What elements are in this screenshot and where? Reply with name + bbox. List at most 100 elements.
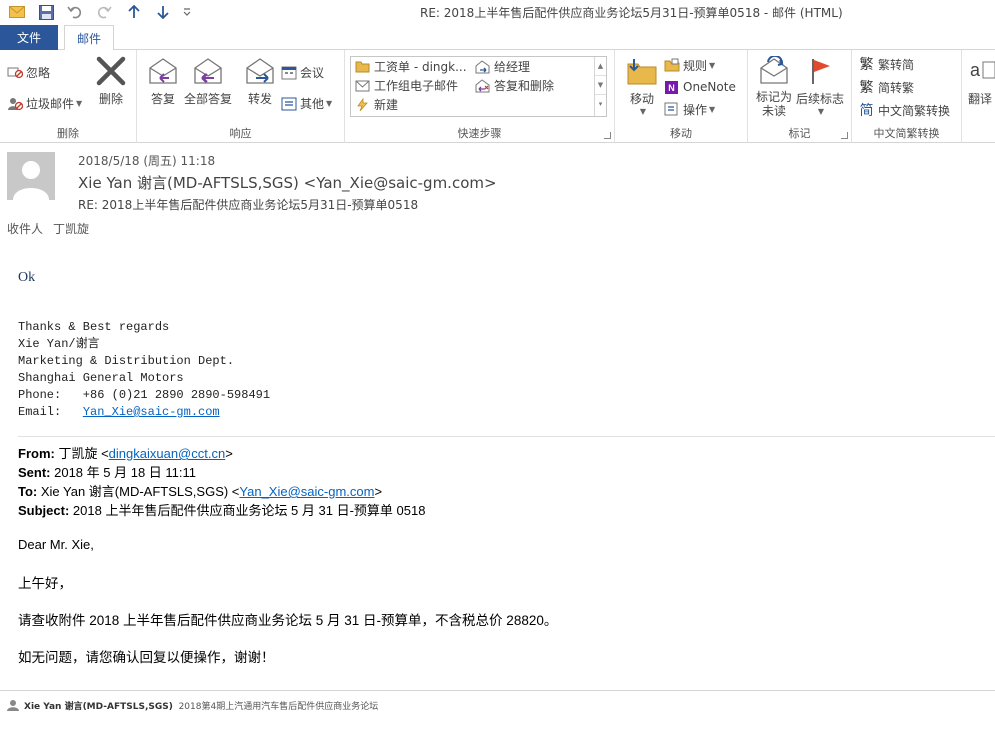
quickstep-reply-delete[interactable]: 答复和删除 — [474, 76, 554, 95]
group-tags: 标记为未读 后续标志 ▼ 标记 — [748, 50, 852, 143]
group-move: 移动 ▼ 规则 ▼ N OneNote 操作 ▼ 移动 — [615, 50, 748, 143]
junk-mail-icon — [6, 95, 23, 112]
actions-icon — [663, 101, 680, 118]
quickstep-new[interactable]: 新建 — [354, 95, 398, 114]
people-pane-text[interactable]: Xie Yan 谢言(MD-AFTSLS,SGS) 2018第4期上汽通用汽车售… — [24, 699, 378, 712]
forward-icon — [243, 54, 277, 88]
group-respond: 答复 全部答复 转发 会议 其他 ▼ 响应 — [137, 50, 345, 143]
body-line-2: 请查收附件 2018 上半年售后配件供应商业务论坛 5 月 31 日-预算单，不… — [18, 613, 558, 628]
to-label: 收件人 — [7, 222, 44, 236]
forward-button[interactable]: 转发 — [243, 54, 277, 107]
people-pane: Xie Yan 谢言(MD-AFTSLS,SGS) 2018第4期上汽通用汽车售… — [0, 690, 995, 730]
quoted-to-email[interactable]: Yan_Xie@saic-gm.com — [239, 484, 374, 499]
quote-divider — [18, 436, 995, 437]
group-label-move: 移动 — [670, 127, 692, 140]
signature-email-line: Email: Yan_Xie@saic-gm.com — [18, 405, 220, 419]
group-label-delete: 删除 — [57, 127, 79, 140]
reply-text: Ok — [18, 270, 36, 285]
mark-unread-icon — [757, 54, 791, 88]
svg-text:N: N — [668, 83, 675, 93]
signature-regards: Thanks & Best regards — [18, 320, 170, 334]
simplified-char-icon: 繁 — [859, 57, 874, 73]
mail-icon[interactable] — [7, 2, 27, 22]
to-traditional-button[interactable]: 繁 简转繁 — [858, 77, 915, 97]
convert-char-icon: 简 — [859, 103, 874, 119]
window-title: RE: 2018上半年售后配件供应商业务论坛5月31日-预算单0518 - 邮件… — [420, 6, 843, 20]
signature-dept: Marketing & Distribution Dept. — [18, 354, 235, 368]
more-respond-button[interactable]: 其他 ▼ — [280, 93, 332, 113]
title-bar: RE: 2018上半年售后配件供应商业务论坛5月31日-预算单0518 - 邮件… — [0, 0, 995, 25]
quicksteps-scrollbar[interactable]: ▲ ▼ ▾ — [594, 57, 606, 116]
quicksteps-gallery: 工资单 - dingk... 给经理 工作组电子邮件 答复和删除 新建 ▲ ▼ … — [350, 56, 607, 117]
qs-scroll-down[interactable]: ▼ — [595, 76, 606, 95]
tab-file[interactable]: 文件 — [0, 25, 58, 50]
delete-button[interactable]: 删除 — [94, 54, 128, 107]
body-line-1: 上午好， — [18, 576, 72, 591]
meeting-button[interactable]: 会议 — [280, 62, 324, 82]
message-sender[interactable]: Xie Yan 谢言(MD-AFTSLS,SGS) <Yan_Xie@saic-… — [78, 172, 497, 193]
quicksteps-launcher[interactable] — [604, 132, 611, 139]
follow-up-button[interactable]: 后续标志 ▼ — [796, 54, 844, 116]
quickstep-payroll[interactable]: 工资单 - dingk... — [354, 57, 467, 76]
message-subject: RE: 2018上半年售后配件供应商业务论坛5月31日-预算单0518 — [78, 198, 419, 212]
quickstep-to-manager[interactable]: 给经理 — [474, 57, 530, 76]
mark-unread-button[interactable]: 标记为未读 — [754, 54, 794, 118]
undo-icon[interactable] — [65, 2, 85, 22]
avatar — [7, 152, 55, 200]
quoted-from-email[interactable]: dingkaixuan@cct.cn — [109, 446, 226, 461]
reply-button[interactable]: 答复 — [146, 54, 180, 107]
lightning-icon — [354, 97, 370, 113]
qs-more[interactable]: ▾ — [595, 95, 606, 114]
translate-icon: a — [968, 54, 995, 88]
quoted-to: To: Xie Yan 谢言(MD-AFTSLS,SGS) <Yan_Xie@s… — [18, 484, 383, 499]
redo-icon[interactable] — [94, 2, 114, 22]
move-button[interactable]: 移动 ▼ — [625, 54, 659, 116]
arrow-down-icon[interactable] — [153, 2, 173, 22]
to-simplified-button[interactable]: 繁 繁转简 — [858, 54, 915, 74]
flag-icon — [803, 54, 837, 88]
meeting-icon — [280, 64, 297, 81]
body-line-3: 如无问题，请您确认回复以便操作，谢谢！ — [18, 650, 275, 665]
group-label-quicksteps: 快速步骤 — [457, 127, 502, 140]
onenote-button[interactable]: N OneNote — [663, 77, 736, 97]
recipient-name[interactable]: 丁凯旋 — [53, 222, 89, 236]
qs-scroll-up[interactable]: ▲ — [595, 57, 606, 76]
rules-icon — [663, 57, 680, 74]
message-date: 2018/5/18 (周五) 11:18 — [78, 154, 216, 168]
reply-all-icon — [191, 54, 225, 88]
group-label-convert: 中文简繁转换 — [873, 127, 940, 140]
tab-mail[interactable]: 邮件 — [64, 25, 114, 51]
chinese-convert-button[interactable]: 简 中文简繁转换 — [858, 100, 951, 120]
traditional-char-icon: 繁 — [859, 80, 874, 96]
actions-button[interactable]: 操作 ▼ — [663, 99, 715, 119]
translate-button[interactable]: a 翻译 — [968, 54, 995, 107]
ignore-button[interactable]: 忽略 — [6, 62, 50, 82]
move-folder-icon — [625, 54, 659, 88]
customize-qat-icon[interactable] — [177, 2, 197, 22]
onenote-icon: N — [663, 79, 680, 96]
signature-email-link[interactable]: Yan_Xie@saic-gm.com — [83, 405, 220, 419]
reply-all-button[interactable]: 全部答复 — [184, 54, 232, 107]
group-label-respond: 响应 — [229, 127, 252, 140]
to-manager-icon — [474, 59, 490, 75]
more-respond-icon — [280, 95, 297, 112]
ignore-icon — [6, 64, 23, 81]
folder-icon — [354, 59, 370, 75]
delete-icon — [94, 54, 128, 88]
quoted-sent: Sent: 2018 年 5 月 18 日 11:11 — [18, 465, 196, 480]
contact-icon — [6, 699, 20, 714]
ribbon-tabs: 文件 邮件 — [0, 25, 995, 51]
arrow-up-icon[interactable] — [124, 2, 144, 22]
greeting: Dear Mr. Xie, — [18, 537, 94, 552]
reply-icon — [146, 54, 180, 88]
rules-button[interactable]: 规则 ▼ — [663, 55, 715, 75]
quickstep-team-email[interactable]: 工作组电子邮件 — [354, 76, 458, 95]
junk-button[interactable]: 垃圾邮件 ▼ — [6, 93, 82, 113]
reply-delete-icon — [474, 78, 490, 94]
quoted-subject: Subject: 2018 上半年售后配件供应商业务论坛 5 月 31 日-预算… — [18, 503, 426, 518]
save-icon[interactable] — [36, 2, 56, 22]
ribbon: 忽略 垃圾邮件 ▼ 删除 删除 答复 全部答复 转发 会议 其他 ▼ 响应 快速… — [0, 50, 995, 143]
tags-launcher[interactable] — [841, 132, 848, 139]
signature-phone: Phone: +86 (0)21 2890 2890-598491 — [18, 388, 271, 402]
svg-text:a: a — [970, 60, 981, 80]
